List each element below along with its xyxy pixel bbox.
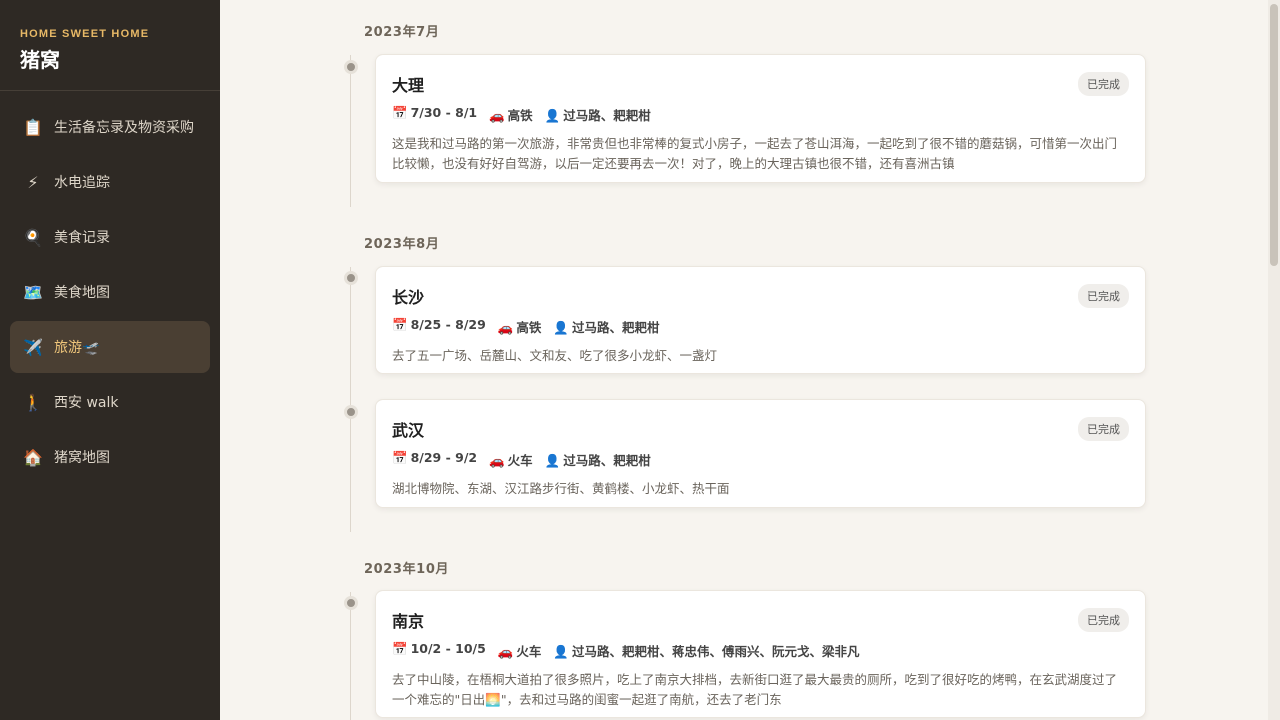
trip-people: 👤 过马路、耙耙柑 <box>545 450 651 469</box>
trip-title: 武汉 <box>392 421 425 440</box>
status-badge: 已完成 <box>1078 72 1129 96</box>
walking-person-icon: 🚶 <box>23 392 43 412</box>
sidebar-item-label: 猪窝地图 <box>54 450 110 466</box>
trip-people: 👤 过马路、耙耙柑 <box>545 105 651 124</box>
brand-title: 猪窝 <box>20 48 60 72</box>
trip-card[interactable]: 长沙 已完成 📅 8/25 - 8/29 🚗 高铁 👤 过马路、耙耙柑 去了五一广场、… <box>375 266 1146 374</box>
month-heading: 2023年10月 <box>364 562 450 577</box>
trip-people-text: 过马路、耙耙柑 <box>563 108 651 123</box>
car-icon: 🚗 <box>497 644 514 659</box>
trip-transport-text: 高铁 <box>507 108 533 123</box>
trip-date-text: 7/30 - 8/1 <box>410 105 478 120</box>
trip-title: 大理 <box>392 76 425 95</box>
timeline-line <box>350 267 351 532</box>
sidebar-item-label: 生活备忘录及物资采购 <box>54 120 194 136</box>
sidebar-item-label: 美食地图 <box>54 285 110 301</box>
sidebar-nav: 📋 生活备忘录及物资采购 ⚡ 水电追踪 🍳 美食记录 🗺️ 美食地图 ✈️ 旅游… <box>0 91 220 483</box>
trip-description: 去了中山陵，在梧桐大道拍了很多照片，吃上了南京大排档，去新街口逛了最大最贵的厕所… <box>392 672 1118 707</box>
sidebar-item-xian-walk[interactable]: 🚶 西安 walk <box>10 376 210 428</box>
timeline-dot <box>344 60 358 74</box>
car-icon: 🚗 <box>489 108 505 123</box>
trip-people-text: 过马路、耙耙柑 <box>571 320 660 335</box>
calendar-icon: 📅 <box>392 641 408 656</box>
sidebar-item-label: 水电追踪 <box>54 175 110 191</box>
timeline-dot <box>344 596 358 610</box>
trip-meta: 📅 8/29 - 9/2 🚗 火车 👤 过马路、耙耙柑 <box>392 450 1129 469</box>
status-badge: 已完成 <box>1078 417 1129 441</box>
trip-meta: 📅 10/2 - 10/5 🚗 火车 👤 过马路、耙耙柑、蒋忠伟、傅雨兴、阮元戈、梁非… <box>392 641 1129 660</box>
frying-pan-icon: 🍳 <box>23 227 43 247</box>
calendar-icon: 📅 <box>392 105 408 120</box>
timeline-dot <box>344 271 358 285</box>
trip-people: 👤 过马路、耙耙柑 <box>553 317 659 336</box>
car-icon: 🚗 <box>497 320 514 335</box>
trip-transport-text: 火车 <box>516 644 542 659</box>
sidebar-item-label: 西安 walk <box>54 395 119 411</box>
trip-date: 📅 8/25 - 8/29 <box>392 317 486 336</box>
sidebar-item-label: 旅游🛫 <box>54 340 100 356</box>
timeline-line <box>350 592 351 720</box>
month-heading: 2023年8月 <box>364 237 440 252</box>
trip-people-text: 过马路、耙耙柑、蒋忠伟、傅雨兴、阮元戈、梁非凡 <box>571 644 860 659</box>
month-heading: 2023年7月 <box>364 25 440 40</box>
trip-description: 去了五一广场、岳麓山、文和友、吃了很多小龙虾、一盏灯 <box>392 348 718 363</box>
trip-transport: 🚗 高铁 <box>489 105 533 124</box>
sidebar-item-food-map[interactable]: 🗺️ 美食地图 <box>10 266 210 318</box>
trip-card[interactable]: 武汉 已完成 📅 8/29 - 9/2 🚗 火车 👤 过马路、耙耙柑 湖北博物院、东湖… <box>375 399 1146 508</box>
sidebar-item-label: 美食记录 <box>54 230 110 246</box>
trip-date-text: 10/2 - 10/5 <box>410 641 486 656</box>
trip-date: 📅 8/29 - 9/2 <box>392 450 477 469</box>
house-icon: 🏠 <box>23 447 43 467</box>
airplane-icon: ✈️ <box>23 337 43 357</box>
trip-meta: 📅 8/25 - 8/29 🚗 高铁 👤 过马路、耙耙柑 <box>392 317 1129 336</box>
status-badge: 已完成 <box>1078 608 1129 632</box>
trip-people-text: 过马路、耙耙柑 <box>563 453 651 468</box>
brand: HOME SWEET HOME 猪窝 <box>0 0 220 91</box>
trip-transport-text: 高铁 <box>516 320 542 335</box>
scrollbar[interactable] <box>1268 0 1280 720</box>
trip-meta: 📅 7/30 - 8/1 🚗 高铁 👤 过马路、耙耙柑 <box>392 105 1129 124</box>
sidebar-item-utilities[interactable]: ⚡ 水电追踪 <box>10 156 210 208</box>
sidebar-item-travel[interactable]: ✈️ 旅游🛫 <box>10 321 210 373</box>
sidebar-item-food-log[interactable]: 🍳 美食记录 <box>10 211 210 263</box>
trip-people: 👤 过马路、耙耙柑、蒋忠伟、傅雨兴、阮元戈、梁非凡 <box>553 641 859 660</box>
calendar-icon: 📅 <box>392 317 408 332</box>
lightning-icon: ⚡ <box>27 172 39 192</box>
trip-title: 长沙 <box>392 288 425 307</box>
clipboard-icon: 📋 <box>23 117 43 137</box>
trip-date-text: 8/29 - 9/2 <box>410 450 478 465</box>
brand-subtitle: HOME SWEET HOME <box>20 28 150 40</box>
trip-date-text: 8/25 - 8/29 <box>410 317 486 332</box>
trip-card[interactable]: 大理 已完成 📅 7/30 - 8/1 🚗 高铁 👤 过马路、耙耙柑 这是我和过马路的… <box>375 54 1146 183</box>
person-icon: 👤 <box>553 644 569 659</box>
sidebar: HOME SWEET HOME 猪窝 📋 生活备忘录及物资采购 ⚡ 水电追踪 🍳… <box>0 0 220 720</box>
trip-transport: 🚗 火车 <box>498 641 542 660</box>
trip-transport: 🚗 火车 <box>489 450 533 469</box>
sidebar-item-home-map[interactable]: 🏠 猪窝地图 <box>10 431 210 483</box>
trip-transport-text: 火车 <box>507 453 533 468</box>
map-icon: 🗺️ <box>23 282 43 302</box>
timeline-main[interactable]: 2023年7月 大理 已完成 📅 7/30 - 8/1 🚗 高铁 👤 过马路、耙耙柑 … <box>220 0 1268 720</box>
timeline-line <box>350 55 351 207</box>
timeline-dot <box>344 405 358 419</box>
person-icon: 👤 <box>544 453 561 468</box>
trip-date: 📅 10/2 - 10/5 <box>392 641 486 660</box>
sidebar-item-memo[interactable]: 📋 生活备忘录及物资采购 <box>10 101 210 153</box>
trip-title: 南京 <box>392 612 425 631</box>
car-icon: 🚗 <box>489 453 505 468</box>
scrollbar-thumb[interactable] <box>1270 4 1278 266</box>
person-icon: 👤 <box>553 320 569 335</box>
trip-description: 湖北博物院、东湖、汉江路步行街、黄鹤楼、小龙虾、热干面 <box>392 481 730 496</box>
trip-card[interactable]: 南京 已完成 📅 10/2 - 10/5 🚗 火车 👤 过马路、耙耙柑、蒋忠伟、傅雨兴… <box>375 590 1146 718</box>
calendar-icon: 📅 <box>392 450 408 465</box>
trip-date: 📅 7/30 - 8/1 <box>392 105 477 124</box>
trip-transport: 🚗 高铁 <box>498 317 542 336</box>
status-badge: 已完成 <box>1078 284 1129 308</box>
trip-description: 这是我和过马路的第一次旅游，非常贵但也非常棒的复式小房子，一起去了苍山洱海，一起… <box>392 136 1118 171</box>
person-icon: 👤 <box>544 108 561 123</box>
